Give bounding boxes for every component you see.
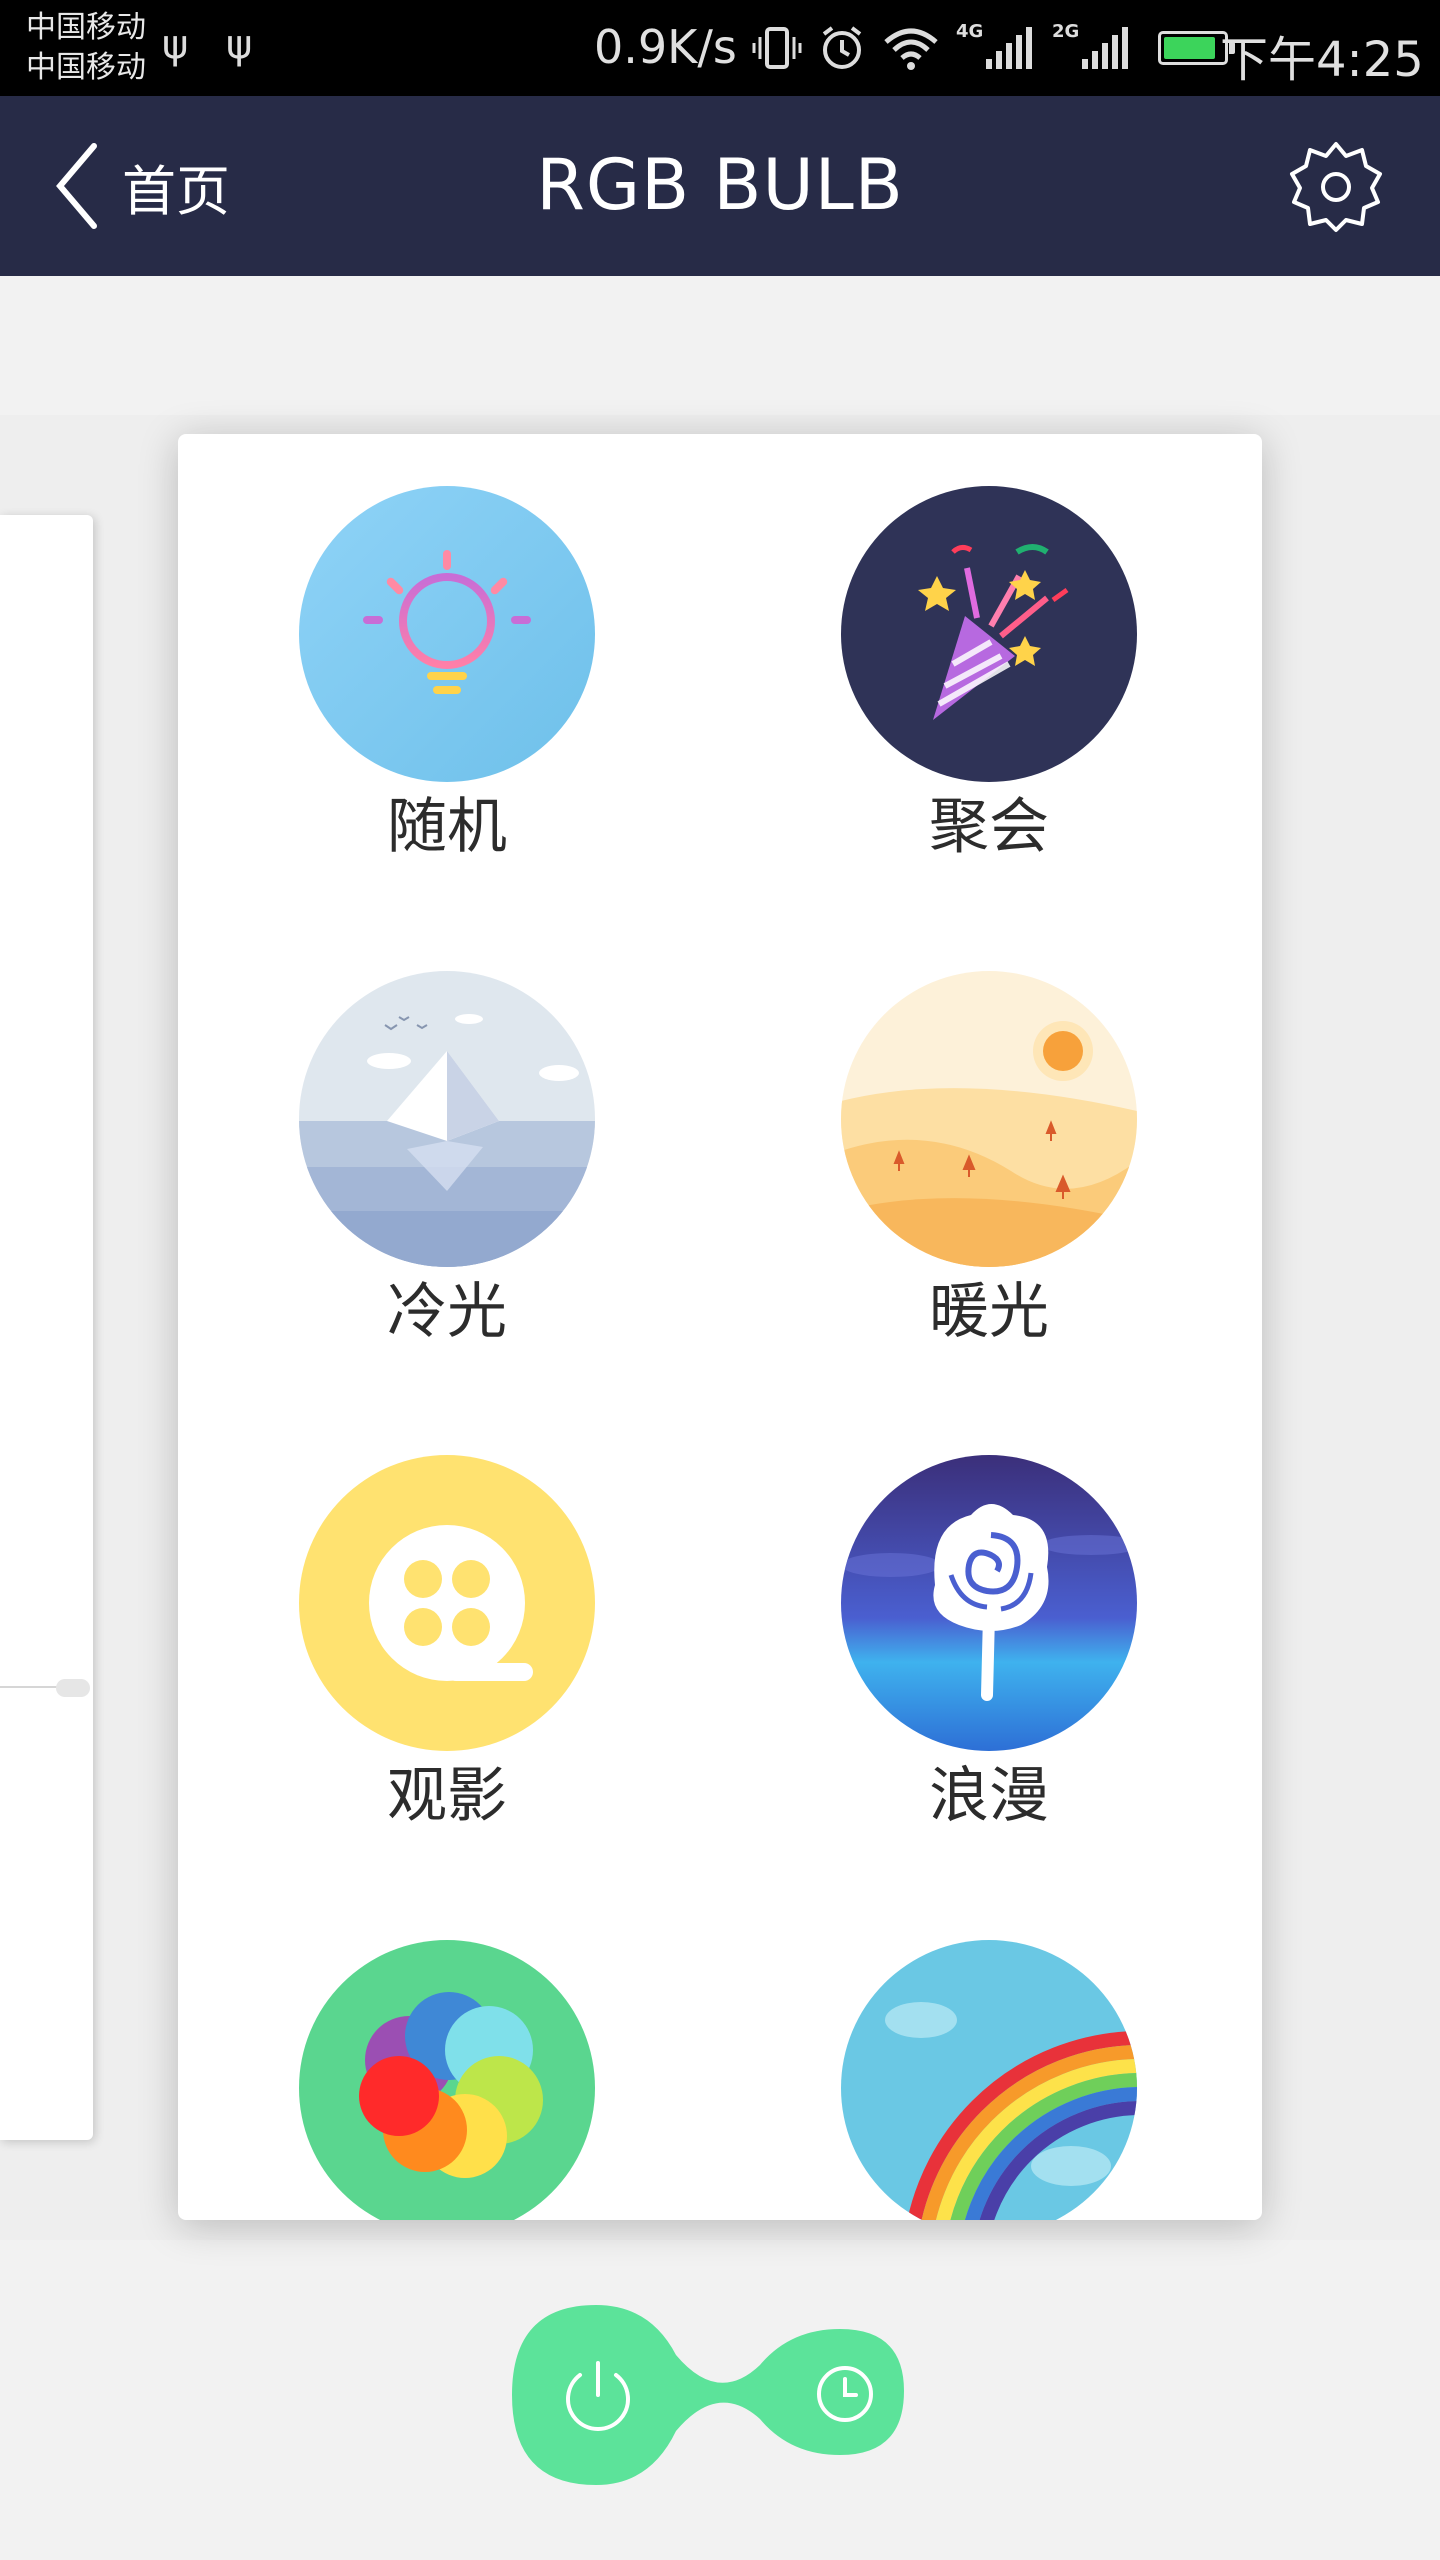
rainbow-icon [841, 1940, 1137, 2220]
scene-label: 冷光 [387, 1277, 507, 1347]
party-popper-icon [841, 486, 1137, 782]
scene-party[interactable]: 聚会 [824, 486, 1154, 862]
scene-label: 浪漫 [929, 1761, 1049, 1831]
vibrate-icon [752, 27, 802, 69]
color-circles-icon [299, 1940, 595, 2220]
scene-warm[interactable]: 暖光 [824, 971, 1154, 1347]
power-icon[interactable] [550, 2347, 646, 2443]
scene-label: 暖光 [929, 1277, 1049, 1347]
scene-label: 随机 [387, 792, 507, 862]
carrier-2: 中国移动 [26, 50, 146, 85]
page-title: RGB BULB [536, 144, 904, 226]
power-timer-control [500, 2295, 940, 2495]
scene-rainbow[interactable] [824, 1940, 1154, 2220]
scene-cool[interactable]: 冷光 [282, 971, 612, 1347]
scene-random[interactable]: 随机 [282, 486, 612, 862]
usb-icon: ψ [162, 22, 189, 68]
bulb-icon [299, 486, 595, 782]
scene-colorful[interactable] [282, 1940, 612, 2220]
wifi-icon [884, 28, 938, 70]
signal-2g-icon: 2G [1052, 21, 1128, 69]
battery-icon [1158, 31, 1235, 65]
signal-4g-icon: 4G [956, 21, 1032, 69]
rose-icon [841, 1455, 1137, 1751]
nav-bar: 首页 RGB BULB [0, 96, 1440, 276]
usb-icon: ψ [226, 22, 253, 68]
alarm-icon [822, 26, 862, 69]
carrier-1: 中国移动 [26, 10, 146, 45]
status-bar: 中国移动 中国移动 ψ ψ 0.9K/s 4G 2G 下午4:25 [0, 0, 1440, 96]
scene-romantic[interactable]: 浪漫 [824, 1455, 1154, 1831]
status-icons: 4G 2G [752, 18, 1235, 78]
slider-knob[interactable] [56, 1679, 90, 1697]
carrier-info: 中国移动 中国移动 [26, 8, 146, 88]
scene-label: 聚会 [929, 792, 1049, 862]
signal-4g-tag: 4G [956, 21, 984, 42]
previous-card[interactable] [0, 515, 93, 2140]
status-time: 下午4:25 [1220, 32, 1424, 88]
scene-card: 随机 聚会 冷光 暖光 观影 浪漫 [178, 434, 1262, 2220]
scene-movie[interactable]: 观影 [282, 1455, 612, 1831]
net-speed: 0.9K/s [594, 20, 737, 74]
signal-2g-tag: 2G [1052, 21, 1080, 42]
desert-sun-icon [841, 971, 1137, 1267]
clock-icon[interactable] [812, 2361, 878, 2427]
iceberg-icon [299, 971, 595, 1267]
scene-label: 观影 [387, 1761, 507, 1831]
gear-icon[interactable] [1286, 136, 1386, 236]
film-reel-icon [299, 1455, 595, 1751]
